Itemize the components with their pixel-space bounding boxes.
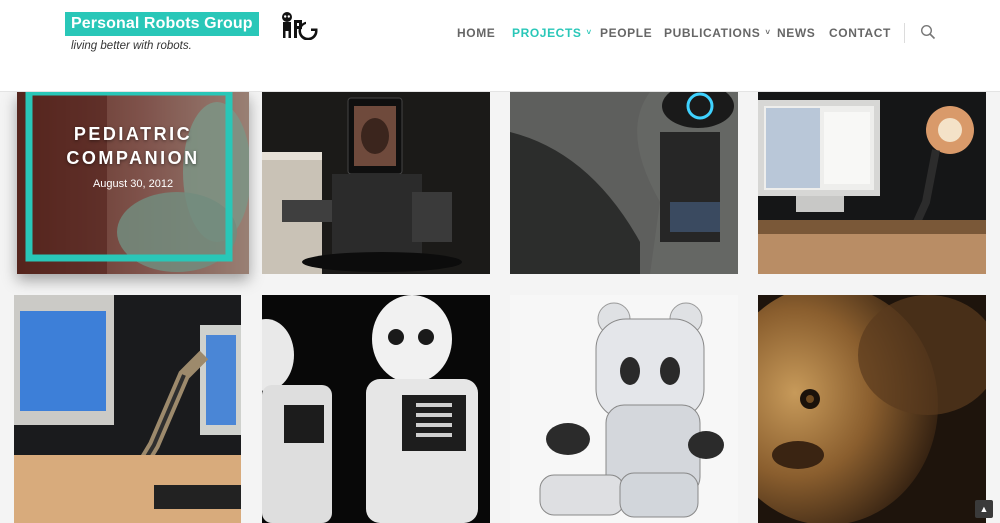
chevron-up-icon: ▲ — [979, 504, 989, 514]
project-tile-desk-robot[interactable] — [510, 92, 738, 274]
lamp-robot-image — [758, 92, 986, 274]
chevron-down-icon: ˅ — [765, 28, 771, 37]
project-tile-lamp-robot[interactable] — [758, 92, 986, 274]
featured-title-line-2: COMPANION — [66, 148, 200, 168]
logo-title: Personal Robots Group — [65, 12, 259, 36]
robot-bear-image — [510, 295, 738, 523]
featured-title-line-1: PEDIATRIC — [73, 124, 193, 144]
nav-item-contact[interactable]: CONTACT — [829, 26, 891, 40]
nav-publications-label: PUBLICATIONS — [664, 26, 761, 40]
nav-item-people[interactable]: PEOPLE — [600, 26, 652, 40]
project-tile-pediatric-companion[interactable]: PEDIATRIC COMPANION August 30, 2012 — [17, 92, 249, 274]
nav-item-news[interactable]: NEWS — [777, 26, 815, 40]
logo-tagline: living better with robots. — [71, 40, 192, 52]
site-header: Personal Robots Group living better with… — [0, 0, 1000, 92]
project-tile-robot-bear[interactable] — [510, 295, 738, 523]
white-robots-image — [262, 295, 490, 523]
nav-divider — [904, 23, 905, 43]
nav-item-publications[interactable]: PUBLICATIONS ˅ — [664, 26, 771, 40]
nav-item-projects[interactable]: PROJECTS ˅ — [512, 26, 592, 40]
prg-logo-mark — [282, 12, 318, 40]
furry-creature-image — [758, 295, 986, 523]
nav-projects-label: PROJECTS — [512, 26, 582, 40]
tablet-robot-image — [262, 92, 490, 274]
nav-home-label: HOME — [457, 26, 496, 40]
project-tile-arm-robot[interactable] — [14, 295, 241, 523]
nav-news-label: NEWS — [777, 26, 816, 40]
featured-project-title: PEDIATRIC COMPANION — [17, 122, 249, 170]
featured-project-date: August 30, 2012 — [92, 178, 174, 190]
nav-people-label: PEOPLE — [600, 26, 653, 40]
search-icon[interactable] — [920, 24, 936, 40]
scroll-to-top-button[interactable]: ▲ — [975, 500, 993, 518]
chevron-down-icon: ˅ — [586, 28, 592, 37]
desk-robot-image — [510, 92, 738, 274]
nav-item-home[interactable]: HOME — [457, 26, 495, 40]
project-tile-furry-creature[interactable] — [758, 295, 986, 523]
arm-robot-image — [14, 295, 241, 523]
site-logo[interactable]: Personal Robots Group living better with… — [65, 12, 318, 52]
nav-contact-label: CONTACT — [829, 26, 891, 40]
project-tile-white-robots[interactable] — [262, 295, 490, 523]
project-tile-tablet-robot[interactable] — [262, 92, 490, 274]
